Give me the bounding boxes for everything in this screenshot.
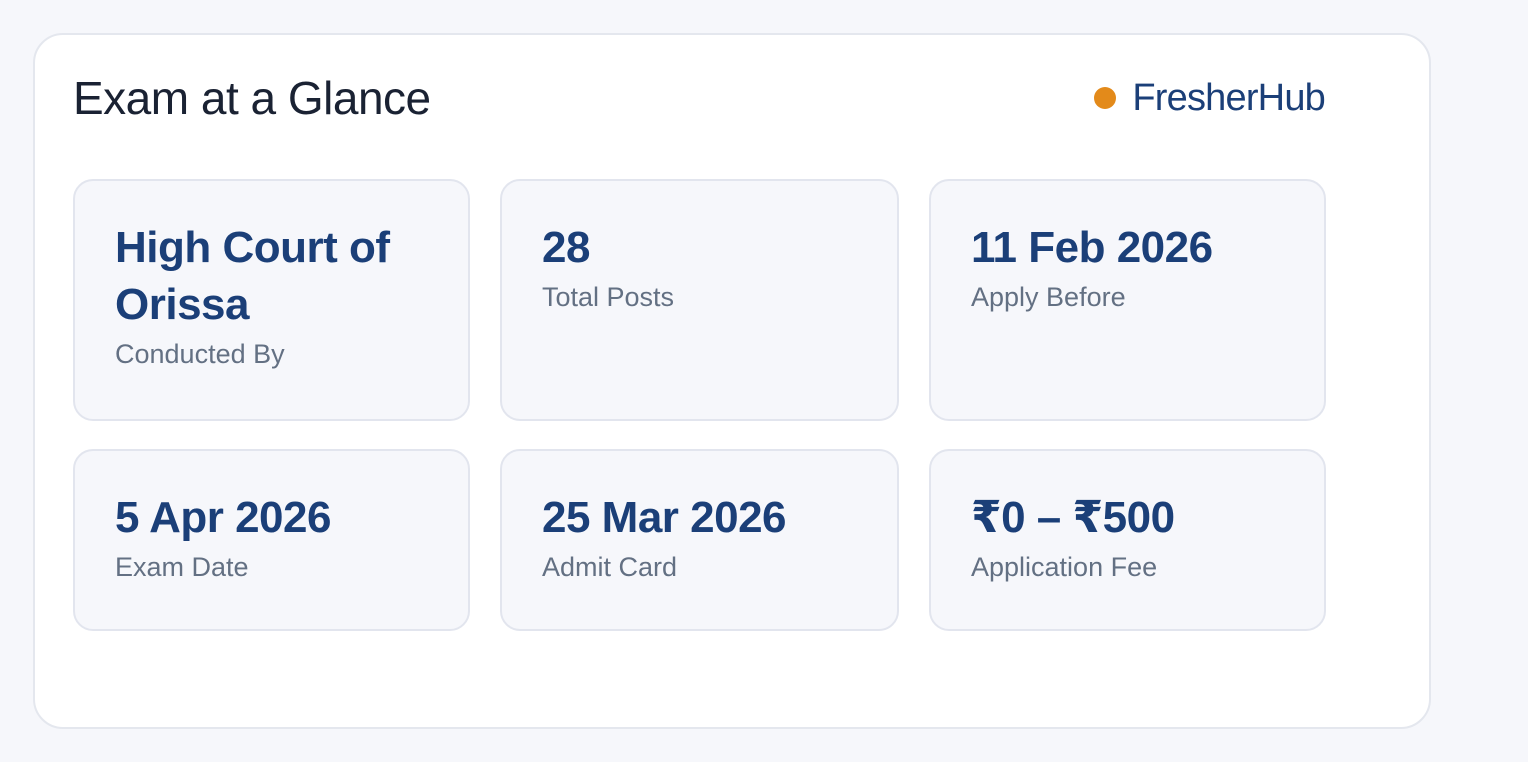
tile-label: Conducted By bbox=[115, 339, 285, 369]
brand-logo[interactable]: FresherHub bbox=[1094, 76, 1326, 120]
tile-value: 28 bbox=[542, 223, 590, 272]
tile-value: High Court of Orissa bbox=[115, 223, 390, 329]
tile-value: 5 Apr 2026 bbox=[115, 493, 331, 542]
tile-label: Application Fee bbox=[971, 552, 1158, 582]
tile-label: Admit Card bbox=[542, 552, 678, 582]
tile-conducted-by: High Court of Orissa Conducted By bbox=[73, 179, 470, 421]
tile-total-posts: 28 Total Posts bbox=[500, 179, 899, 421]
tile-admit-card: 25 Mar 2026 Admit Card bbox=[500, 449, 899, 631]
stats-grid: High Court of Orissa Conducted By 28 Tot… bbox=[73, 179, 1326, 631]
tile-exam-date: 5 Apr 2026 Exam Date bbox=[73, 449, 470, 631]
brand-name: FresherHub bbox=[1132, 76, 1325, 119]
tile-label: Exam Date bbox=[115, 552, 249, 582]
tile-label: Apply Before bbox=[971, 282, 1126, 312]
tile-value: 11 Feb 2026 bbox=[971, 223, 1213, 272]
tile-label: Total Posts bbox=[542, 282, 675, 312]
tile-apply-before: 11 Feb 2026 Apply Before bbox=[929, 179, 1326, 421]
card-title: Exam at a Glance bbox=[73, 72, 431, 124]
tile-value: ₹0 – ₹500 bbox=[971, 493, 1175, 542]
tile-application-fee: ₹0 – ₹500 Application Fee bbox=[929, 449, 1326, 631]
brand-dot-icon bbox=[1094, 87, 1117, 109]
tile-value: 25 Mar 2026 bbox=[542, 493, 787, 542]
card-header: Exam at a Glance FresherHub bbox=[73, 70, 1326, 126]
